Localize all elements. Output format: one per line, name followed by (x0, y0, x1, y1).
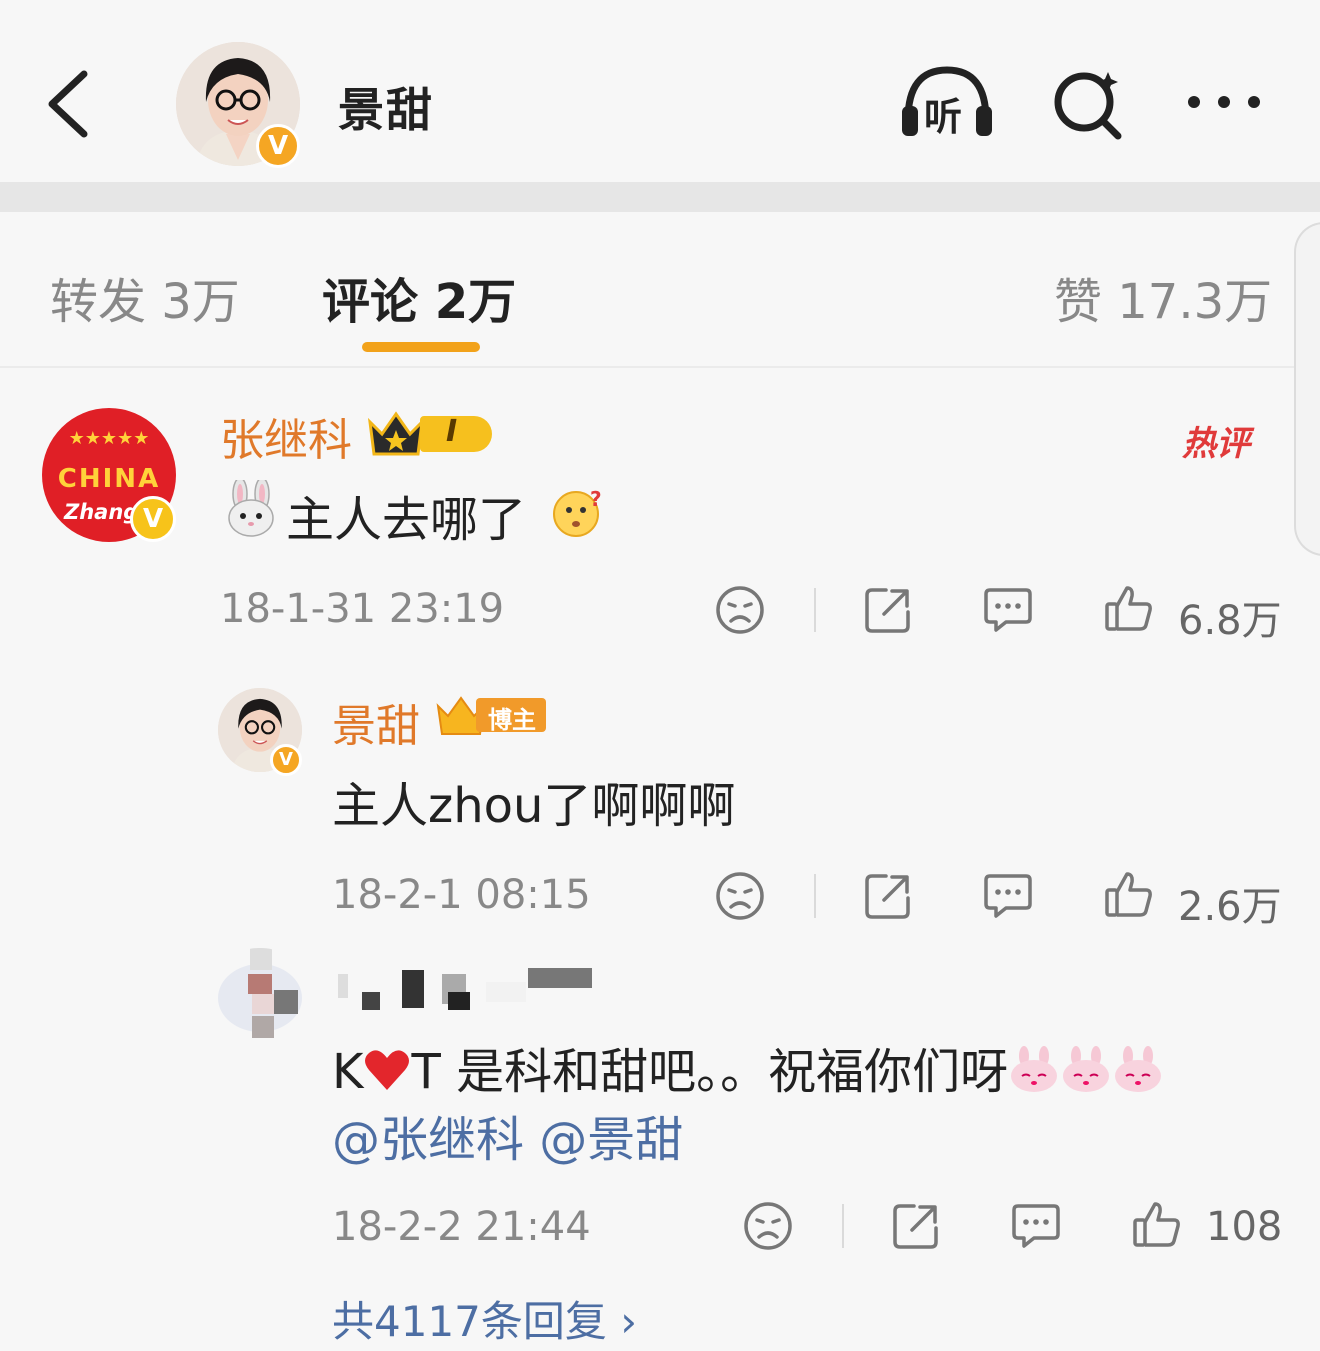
listen-label: 听 (924, 95, 963, 139)
crown-icon (367, 411, 425, 456)
share-icon[interactable] (862, 870, 914, 922)
tab-likes[interactable]: 赞 17.3万 (1054, 262, 1272, 332)
avatar-text-zhang: Zhang (64, 500, 139, 524)
comment-text: 主人去哪了 (286, 492, 527, 548)
like-icon[interactable] (1102, 582, 1154, 634)
blurred-username[interactable] (338, 964, 592, 1010)
svg-text:?: ? (590, 487, 602, 511)
verified-badge-icon: V (270, 744, 302, 776)
action-separator (842, 1204, 844, 1248)
comment-icon[interactable] (982, 584, 1034, 636)
reply-item: K T 是科和甜吧。。祝福你们呀 @张继科 @景甜 18-2-2 21:44 10… (0, 948, 1320, 1351)
reply-time: 18-2-2 21:44 (332, 1204, 591, 1250)
tab-comments[interactable]: 评论 2万 (322, 262, 516, 332)
level-badge: I (366, 408, 502, 458)
commenter-name[interactable]: 张继科 (220, 404, 352, 468)
avatar-text-china: CHINA (57, 464, 161, 494)
blurred-avatar[interactable] (218, 948, 302, 1052)
share-icon[interactable] (890, 1200, 942, 1252)
reply-text: K T 是科和甜吧。。祝福你们呀 (332, 1032, 1164, 1102)
like-icon[interactable] (1102, 868, 1154, 920)
back-icon[interactable] (40, 62, 100, 146)
search-icon[interactable] (1048, 62, 1128, 142)
mentions-line: @张继科 @景甜 (332, 1100, 683, 1170)
tab-bar: 转发 3万 评论 2万 赞 17.3万 (0, 212, 1320, 368)
like-count: 6.8万 (1178, 598, 1282, 644)
reply-time: 18-2-1 08:15 (332, 872, 591, 918)
verified-badge-icon: V (256, 124, 300, 168)
reply-name[interactable]: 景甜 (332, 690, 420, 754)
comment-icon[interactable] (1010, 1200, 1062, 1252)
reply-text: 主人zhou了啊啊啊 (332, 778, 736, 834)
dislike-icon[interactable] (714, 584, 766, 636)
blogger-badge: 博主 (434, 694, 546, 736)
page-title: 景甜 (338, 83, 434, 137)
comment-icon[interactable] (982, 870, 1034, 922)
dislike-icon[interactable] (742, 1200, 794, 1252)
view-all-replies-link[interactable]: 共4117条回复 › (332, 1288, 637, 1349)
hot-comment-tag: 热评 (1182, 424, 1250, 464)
heart-icon (365, 1050, 410, 1090)
tab-repost[interactable]: 转发 3万 (50, 262, 240, 332)
confused-emoji-icon: ? (553, 487, 602, 537)
like-count: 2.6万 (1178, 884, 1282, 930)
action-separator (814, 874, 816, 918)
verified-badge-icon: V (130, 496, 176, 542)
mention-link[interactable]: @张继科 (332, 1112, 524, 1168)
active-tab-indicator (362, 342, 480, 352)
bunny-emoji-icon (1011, 1046, 1058, 1092)
like-count: 108 (1206, 1204, 1283, 1250)
section-divider (0, 182, 1320, 212)
reply-item: V 景甜 博主 主人zhou了啊啊啊 18-2-1 08:15 2.6万 (0, 668, 1320, 948)
text-prefix: K (332, 1044, 364, 1100)
comment-time: 18-1-31 23:19 (220, 586, 505, 632)
rabbit-emoji-icon (222, 477, 280, 538)
dislike-icon[interactable] (714, 870, 766, 922)
comment-item: ★★★★★ CHINA Zhang V 张继科 I 热评 主人去哪了 ? 18-… (0, 368, 1320, 668)
mention-link[interactable]: @景甜 (539, 1112, 683, 1168)
share-icon[interactable] (862, 584, 914, 636)
blogger-label: 博主 (488, 706, 536, 734)
avatar-stars: ★★★★★ (68, 428, 150, 449)
text-suffix: T 是科和甜吧。。祝福你们呀 (411, 1044, 1009, 1100)
like-icon[interactable] (1130, 1198, 1182, 1250)
listen-button[interactable]: 听 (898, 62, 996, 142)
bunny-emoji-icon (1063, 1046, 1110, 1092)
level-number: I (446, 414, 458, 449)
more-icon[interactable] (1184, 62, 1264, 142)
top-bar: V 景甜 听 (0, 0, 1320, 182)
action-separator (814, 588, 816, 632)
bunny-emoji-icon (1115, 1046, 1162, 1092)
